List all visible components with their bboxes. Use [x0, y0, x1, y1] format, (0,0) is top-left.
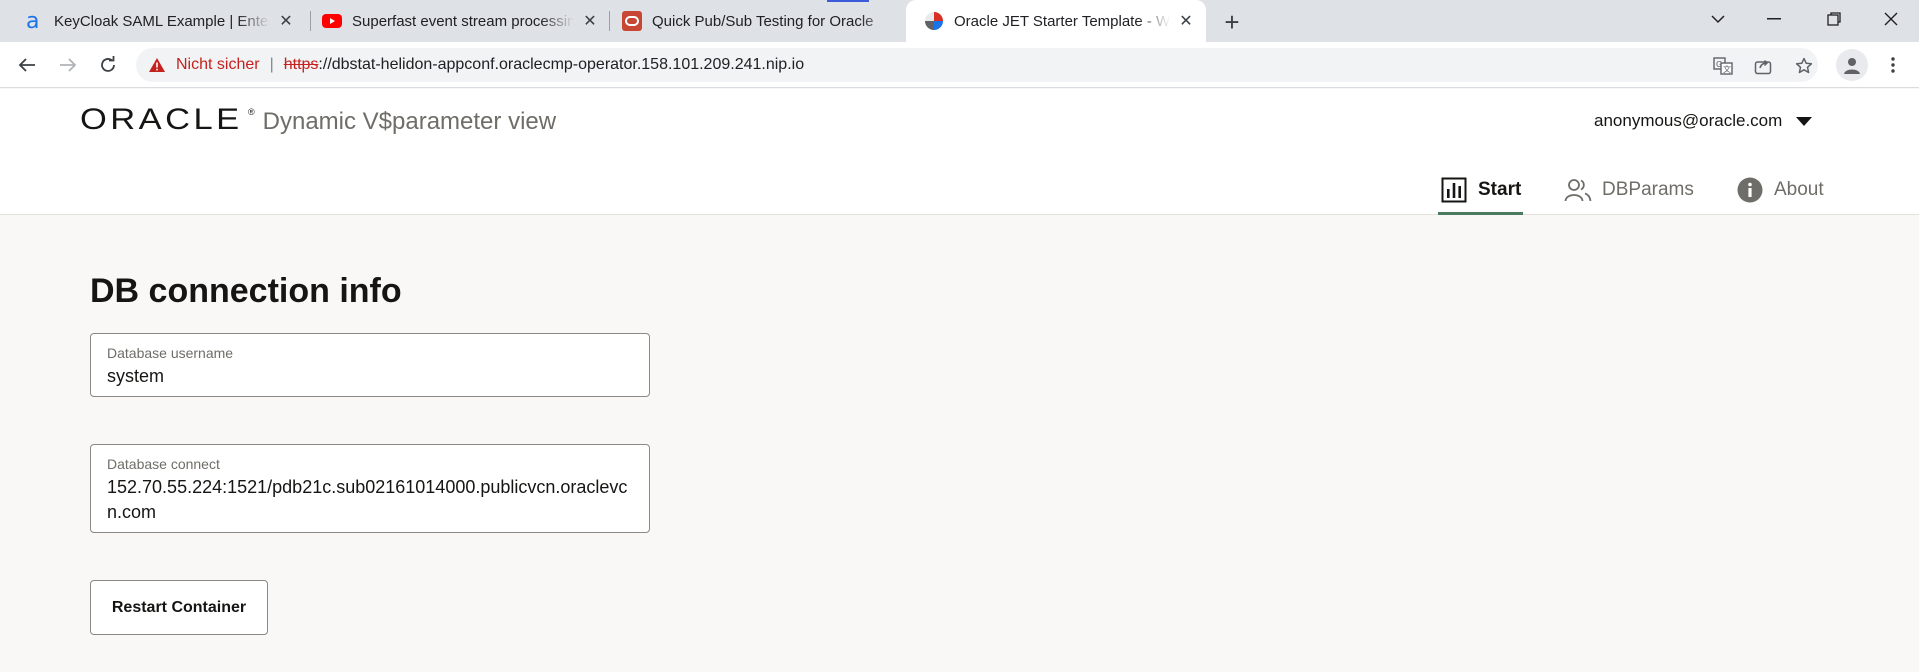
- page-title: DB connection info: [90, 272, 402, 310]
- nav-tab-about[interactable]: About: [1734, 164, 1826, 215]
- app-header: ORACLE ® Dynamic V$parameter view anonym…: [0, 89, 1919, 215]
- profile-avatar-icon[interactable]: [1836, 49, 1868, 81]
- user-email[interactable]: anonymous@oracle.com: [1594, 111, 1782, 131]
- forward-arrow-icon[interactable]: [52, 49, 84, 81]
- oracle-red-icon: [622, 11, 642, 31]
- browser-tab-youtube[interactable]: Superfast event stream processing ✕: [310, 0, 610, 42]
- users-icon: [1564, 176, 1592, 204]
- database-connect-field[interactable]: Database connect 152.70.55.224:1521/pdb2…: [90, 444, 650, 533]
- database-connect-label: Database connect: [107, 456, 220, 472]
- share-icon[interactable]: [1752, 55, 1774, 77]
- browser-toolbar: Nicht sicher | https ://dbstat-helidon-a…: [0, 42, 1919, 88]
- nav-tab-dbparams[interactable]: DBParams: [1562, 164, 1696, 215]
- tab-title: Oracle JET Starter Template - Web: [954, 12, 1170, 30]
- user-menu[interactable]: anonymous@oracle.com: [1594, 111, 1919, 131]
- info-icon: [1736, 176, 1764, 204]
- restart-container-button[interactable]: Restart Container: [90, 580, 268, 635]
- app-name: Dynamic V$parameter view: [262, 108, 557, 135]
- database-username-field[interactable]: Database username system: [90, 333, 650, 397]
- back-arrow-icon[interactable]: [11, 49, 43, 81]
- browser-menu-icon[interactable]: [1880, 49, 1906, 81]
- nav-label: Start: [1478, 178, 1522, 200]
- tab-title: Quick Pub/Sub Testing for Oracle: [652, 12, 874, 30]
- browser-tab-keycloak[interactable]: a KeyCloak SAML Example | Enterprise ✕: [0, 0, 306, 42]
- database-username-label: Database username: [107, 345, 234, 361]
- svg-text:a: a: [26, 11, 39, 31]
- nav-label: DBParams: [1602, 178, 1694, 200]
- restore-icon[interactable]: [1806, 0, 1862, 38]
- brand: ORACLE ® Dynamic V$parameter view: [80, 103, 556, 137]
- bookmark-star-icon[interactable]: [1793, 55, 1815, 77]
- browser-tab-pubsub[interactable]: Quick Pub/Sub Testing for Oracle: [610, 0, 906, 42]
- url-scheme: https: [283, 56, 319, 73]
- address-separator: |: [269, 56, 274, 73]
- address-bar[interactable]: Nicht sicher | https ://dbstat-helidon-a…: [136, 48, 1818, 82]
- reload-icon[interactable]: [92, 49, 124, 81]
- close-window-icon[interactable]: [1863, 0, 1919, 38]
- keycloak-icon: a: [24, 11, 44, 31]
- nav-label: About: [1774, 178, 1824, 200]
- browser-tab-strip: a KeyCloak SAML Example | Enterprise ✕ S…: [0, 0, 1919, 42]
- svg-text:文: 文: [1723, 64, 1731, 74]
- tab-search-chevron-icon[interactable]: [1690, 0, 1746, 38]
- warning-triangle-icon[interactable]: [148, 57, 168, 73]
- oracle-logo: ORACLE: [80, 103, 243, 136]
- youtube-icon: [322, 11, 342, 31]
- database-connect-value[interactable]: 152.70.55.224:1521/pdb21c.sub02161014000…: [107, 475, 633, 525]
- bar-chart-icon: [1440, 176, 1468, 204]
- browser-tab-oracle-jet[interactable]: Oracle JET Starter Template - Web ✕: [906, 0, 1206, 42]
- oracle-logo-registered: ®: [248, 107, 255, 117]
- caret-down-icon[interactable]: [1796, 116, 1813, 126]
- tab-title: KeyCloak SAML Example | Enterprise: [54, 12, 270, 30]
- url-text: ://dbstat-helidon-appconf.oraclecmp-oper…: [318, 56, 805, 73]
- translate-icon[interactable]: G文: [1712, 55, 1734, 77]
- security-status-label[interactable]: Nicht sicher: [176, 56, 260, 74]
- minimize-icon[interactable]: [1746, 0, 1802, 38]
- close-icon[interactable]: ✕: [580, 11, 600, 31]
- nav-tab-start[interactable]: Start: [1438, 164, 1524, 215]
- close-icon[interactable]: ✕: [276, 11, 296, 31]
- new-tab-plus-icon[interactable]: +: [1218, 7, 1246, 37]
- tab-title: Superfast event stream processing: [352, 12, 574, 30]
- oracle-jet-icon: [924, 11, 944, 31]
- database-username-value[interactable]: system: [107, 364, 633, 389]
- close-icon[interactable]: ✕: [1176, 11, 1196, 31]
